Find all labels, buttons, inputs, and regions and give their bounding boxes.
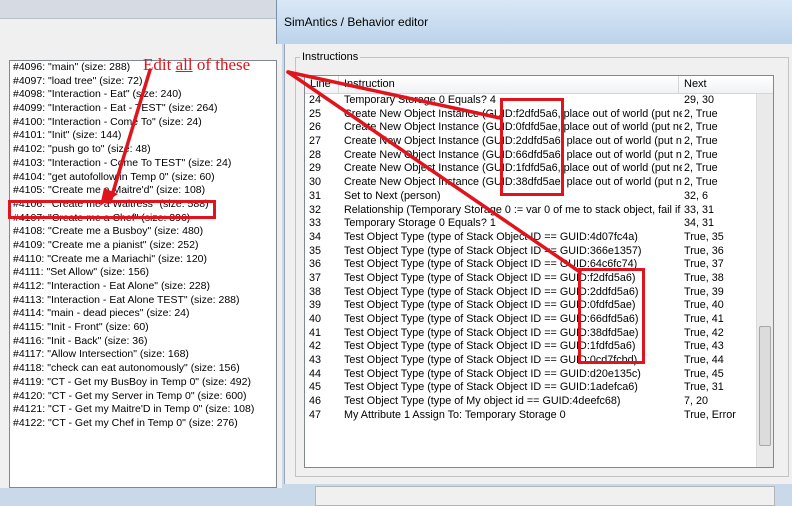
annotation-edit-all: Edit all of these bbox=[143, 55, 251, 74]
status-field bbox=[315, 486, 775, 506]
annotation-arrows bbox=[100, 68, 582, 274]
arrow-line-to-waitress bbox=[108, 68, 152, 204]
